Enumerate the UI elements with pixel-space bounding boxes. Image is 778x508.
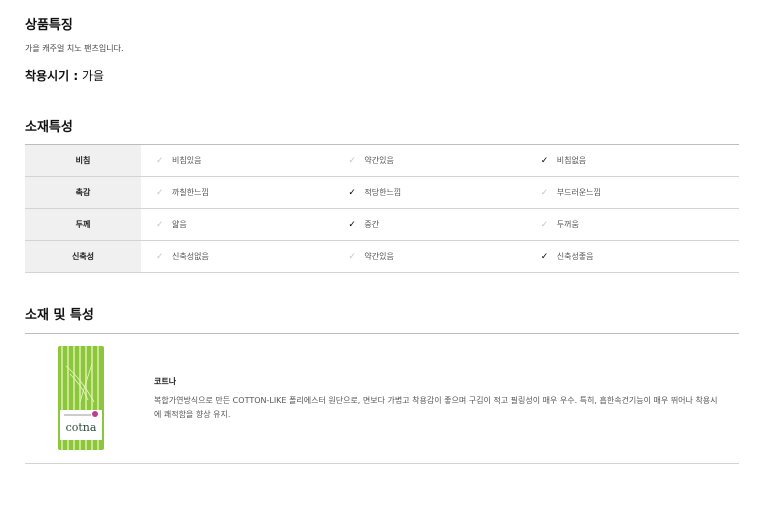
- table-row: 두께 ✓ 얇음 ✓ 중간 ✓ 두꺼움: [25, 208, 739, 241]
- option-cell: ✓ 비침없음: [525, 144, 739, 177]
- check-icon: ✓: [540, 188, 549, 198]
- option-label: 비침있음: [172, 156, 202, 165]
- table-row: 비침 ✓ 비침있음 ✓ 약간있음 ✓ 비침없음: [25, 144, 739, 177]
- option-cell: ✓ 신축성좋음: [525, 240, 739, 273]
- option-cell: ✓ 부드러운느낌: [525, 176, 739, 209]
- season-value: 가을: [81, 69, 105, 83]
- cotna-logo: cotna: [58, 346, 104, 450]
- cotna-logo-graphic: cotna: [58, 346, 104, 450]
- logo-text: cotna: [66, 421, 97, 434]
- material-props-table: 비침 ✓ 비침있음 ✓ 약간있음 ✓ 비침없음 촉감 ✓ 까칠한느낌 ✓ 적당한느낌 ✓ 부…: [25, 144, 739, 273]
- table-row: 신축성 ✓ 신축성없음 ✓ 약간있음 ✓ 신축성좋음: [25, 240, 739, 273]
- product-detail-page: 상품특징 가을 캐주얼 치노 팬츠입니다. 착용시기 : 가을 소재특성 비침 …: [0, 0, 778, 508]
- option-label: 비침없음: [556, 156, 587, 165]
- season-label: 착용시기 :: [25, 69, 79, 83]
- option-cell: ✓ 까칠한느낌: [141, 176, 334, 209]
- option-cell: ✓ 신축성없음: [141, 240, 334, 273]
- option-label: 얇음: [172, 220, 187, 229]
- check-icon: ✓: [348, 188, 356, 198]
- option-label: 약간있음: [364, 156, 394, 165]
- option-cell: ✓ 두꺼움: [525, 208, 739, 241]
- logo-dot: [92, 411, 98, 417]
- option-label: 적당한느낌: [364, 188, 402, 197]
- check-icon: ✓: [156, 188, 164, 198]
- fabric-name: 코트나: [154, 377, 177, 386]
- option-cell: ✓ 비침있음: [141, 144, 334, 177]
- season-line: 착용시기 : 가을: [25, 67, 104, 84]
- material-props-heading: 소재특성: [25, 120, 73, 135]
- row-label: 신축성: [25, 240, 141, 273]
- features-heading: 상품특징: [25, 18, 73, 33]
- table-row: 촉감 ✓ 까칠한느낌 ✓ 적당한느낌 ✓ 부드러운느낌: [25, 176, 739, 209]
- option-label: 신축성좋음: [556, 252, 594, 261]
- option-label: 약간있음: [364, 252, 394, 261]
- materials-heading: 소재 및 특성: [25, 308, 94, 323]
- option-cell: ✓ 얇음: [141, 208, 334, 241]
- check-icon: ✓: [348, 252, 356, 262]
- option-cell: ✓ 약간있음: [333, 240, 526, 273]
- option-label: 두꺼움: [556, 220, 579, 229]
- features-description: 가을 캐주얼 치노 팬츠입니다.: [25, 44, 124, 53]
- check-icon: ✓: [540, 220, 549, 230]
- check-icon: ✓: [540, 252, 549, 262]
- check-icon: ✓: [348, 220, 356, 230]
- option-label: 중간: [364, 220, 380, 229]
- row-label: 비침: [25, 144, 141, 177]
- divider: [25, 463, 739, 464]
- option-label: 부드러운느낌: [556, 188, 601, 197]
- row-label: 두께: [25, 208, 141, 241]
- check-icon: ✓: [156, 252, 164, 262]
- check-icon: ✓: [348, 156, 356, 166]
- option-cell: ✓ 적당한느낌: [333, 176, 526, 209]
- option-label: 까칠한느낌: [172, 188, 209, 197]
- option-cell: ✓ 약간있음: [333, 144, 526, 177]
- option-label: 신축성없음: [172, 252, 209, 261]
- check-icon: ✓: [156, 156, 164, 166]
- row-label: 촉감: [25, 176, 141, 209]
- fabric-description: 복합가연방식으로 만든 COTTON-LIKE 폴리에스터 원단으로, 면보다 …: [154, 396, 718, 419]
- divider: [25, 333, 739, 334]
- check-icon: ✓: [156, 220, 164, 230]
- option-cell: ✓ 중간: [333, 208, 526, 241]
- check-icon: ✓: [540, 156, 549, 166]
